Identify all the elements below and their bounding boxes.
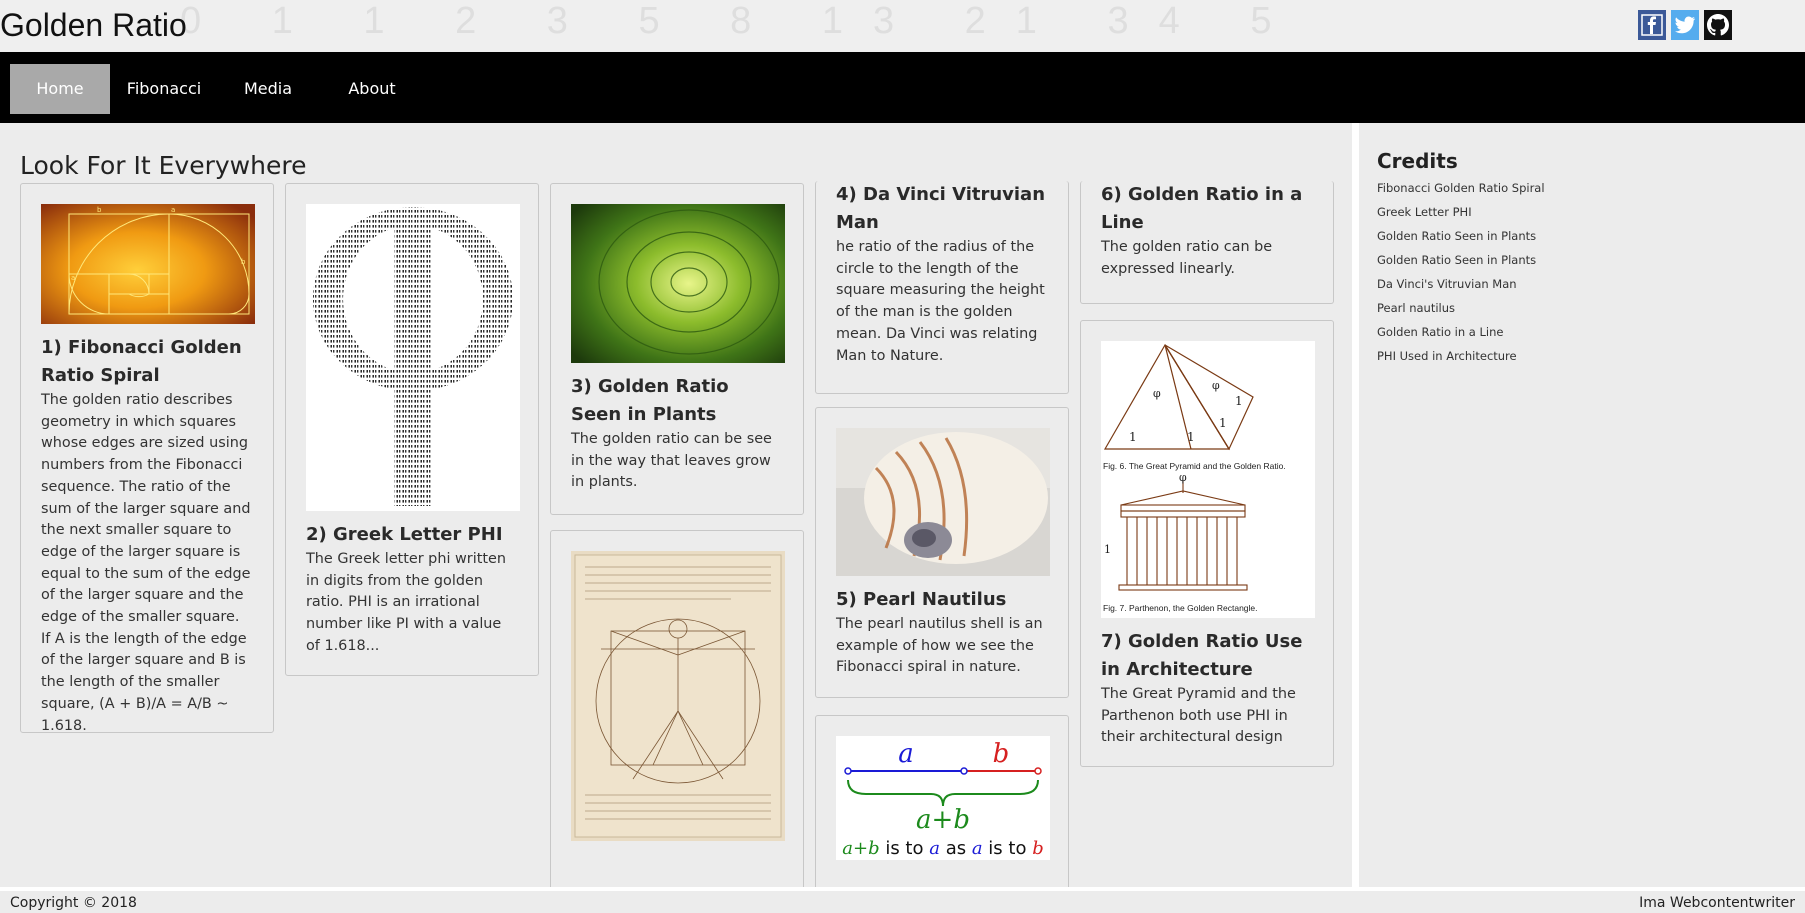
- line-label-b: b: [993, 739, 1010, 769]
- copyright-text: Copyright © 2018: [10, 895, 137, 911]
- greek-phi-image: [306, 204, 520, 511]
- nav-home[interactable]: Home: [10, 64, 110, 114]
- nav-about[interactable]: About: [328, 64, 416, 114]
- card-nautilus: 5) Pearl Nautilus The pearl nautilus she…: [815, 407, 1069, 698]
- credit-link[interactable]: Greek Letter PHI: [1377, 205, 1472, 219]
- vitruvian-man-image: [571, 551, 785, 841]
- github-icon[interactable]: [1704, 10, 1732, 40]
- main-nav: Home Fibonacci Media About: [0, 52, 1805, 123]
- column-divider: [1352, 123, 1359, 887]
- header-fibonacci-background: 0 1 1 2 3 5 8 13 21 34 5: [180, 0, 1302, 42]
- pyramid-caption: Fig. 6. The Great Pyramid and the Golden…: [1103, 461, 1286, 471]
- pyramid-label-1a: 1: [1235, 394, 1243, 408]
- pyramid-label-1d: 1: [1187, 430, 1195, 444]
- site-title: Golden Ratio: [0, 7, 187, 43]
- card-vitruvian-image: [550, 530, 804, 887]
- page-title: Look For It Everywhere: [20, 151, 307, 180]
- pyramid-parthenon-image: φ φ 1 1 1 1 Fig. 6. The Great Pyramid an…: [1101, 341, 1315, 618]
- card-text: The Greek letter phi written in digits f…: [306, 551, 506, 654]
- card-text: The golden ratio can be expressed linear…: [1101, 239, 1273, 277]
- site-footer: Copyright © 2018 Ima Webcontentwriter: [0, 887, 1805, 913]
- credit-link[interactable]: Fibonacci Golden Ratio Spiral: [1377, 181, 1545, 195]
- line-label-ab: a+b: [916, 805, 970, 835]
- card-plants: 3) Golden Ratio Seen in Plants The golde…: [550, 183, 804, 515]
- parthenon-label-phi: φ: [1179, 471, 1187, 484]
- nav-media[interactable]: Media: [224, 64, 312, 114]
- line-label-a: a: [898, 739, 914, 769]
- fibonacci-spiral-image: b a a b: [41, 204, 255, 324]
- main-content: Look For It Everywhere b a a b 1) Fibona…: [0, 123, 1352, 887]
- credit-link[interactable]: PHI Used in Architecture: [1377, 349, 1517, 363]
- spiral-label-a: a: [171, 206, 175, 214]
- card-title: 5) Pearl Nautilus: [836, 589, 1007, 610]
- card-greek-phi: 2) Greek Letter PHI The Greek letter phi…: [285, 183, 539, 676]
- card-title: 7) Golden Ratio Use in Architecture: [1101, 631, 1303, 680]
- author-text: Ima Webcontentwriter: [1639, 895, 1795, 911]
- credit-link[interactable]: Pearl nautilus: [1377, 301, 1455, 315]
- site-header: 0 1 1 2 3 5 8 13 21 34 5 Golden Ratio: [0, 0, 1805, 52]
- card-text: The golden ratio can be see in the way t…: [571, 431, 772, 491]
- pyramid-label-1b: 1: [1219, 416, 1227, 430]
- credit-link[interactable]: Golden Ratio in a Line: [1377, 325, 1503, 339]
- spiral-label-a2: a: [71, 274, 75, 282]
- credit-link[interactable]: Golden Ratio Seen in Plants: [1377, 253, 1536, 267]
- card-text: The Great Pyramid and the Parthenon both…: [1101, 686, 1296, 746]
- card-text: The pearl nautilus shell is an example o…: [836, 616, 1043, 676]
- card-text: The golden ratio describes geometry in w…: [41, 392, 251, 734]
- nav-fibonacci[interactable]: Fibonacci: [118, 64, 210, 114]
- spiral-label-b: b: [97, 206, 102, 214]
- parthenon-caption: Fig. 7. Parthenon, the Golden Rectangle.: [1103, 603, 1258, 613]
- spiral-label-b2: b: [241, 258, 246, 266]
- card-line: 6) Golden Ratio in a Line The golden rat…: [1080, 181, 1334, 304]
- pyramid-label-phi2: φ: [1212, 379, 1220, 392]
- line-caption: a+b is to a as a is to b: [842, 838, 1043, 859]
- credit-link[interactable]: Da Vinci's Vitruvian Man: [1377, 277, 1517, 291]
- nautilus-shell-image: [836, 428, 1050, 576]
- card-title: 4) Da Vinci Vitruvian Man: [836, 184, 1046, 233]
- card-architecture: φ φ 1 1 1 1 Fig. 6. The Great Pyramid an…: [1080, 320, 1334, 767]
- credit-link[interactable]: Golden Ratio Seen in Plants: [1377, 229, 1536, 243]
- social-links: [1638, 10, 1732, 40]
- pyramid-label-1c: 1: [1129, 430, 1137, 444]
- parthenon-label-1: 1: [1104, 543, 1111, 556]
- card-line-image: a b a+b a+b is to a as a is to b: [815, 715, 1069, 887]
- card-title: 6) Golden Ratio in a Line: [1101, 184, 1303, 233]
- credits-sidebar: Credits Fibonacci Golden Ratio Spiral Gr…: [1359, 123, 1805, 887]
- card-fibonacci-spiral: b a a b 1) Fibonacci Golden Ratio Spiral…: [20, 183, 274, 734]
- plant-succulent-image: [571, 204, 785, 363]
- golden-line-image: a b a+b a+b is to a as a is to b: [836, 736, 1050, 860]
- card-title: 1) Fibonacci Golden Ratio Spiral: [41, 337, 242, 386]
- card-text: he ratio of the radius of the circle to …: [836, 239, 1045, 364]
- card-title: 2) Greek Letter PHI: [306, 524, 503, 545]
- twitter-icon[interactable]: [1671, 10, 1699, 40]
- card-vitruvian: 4) Da Vinci Vitruvian Man he ratio of th…: [815, 181, 1069, 394]
- pyramid-label-phi: φ: [1153, 387, 1161, 400]
- card-title: 3) Golden Ratio Seen in Plants: [571, 376, 729, 425]
- credits-title: Credits: [1377, 149, 1458, 173]
- facebook-icon[interactable]: [1638, 10, 1666, 40]
